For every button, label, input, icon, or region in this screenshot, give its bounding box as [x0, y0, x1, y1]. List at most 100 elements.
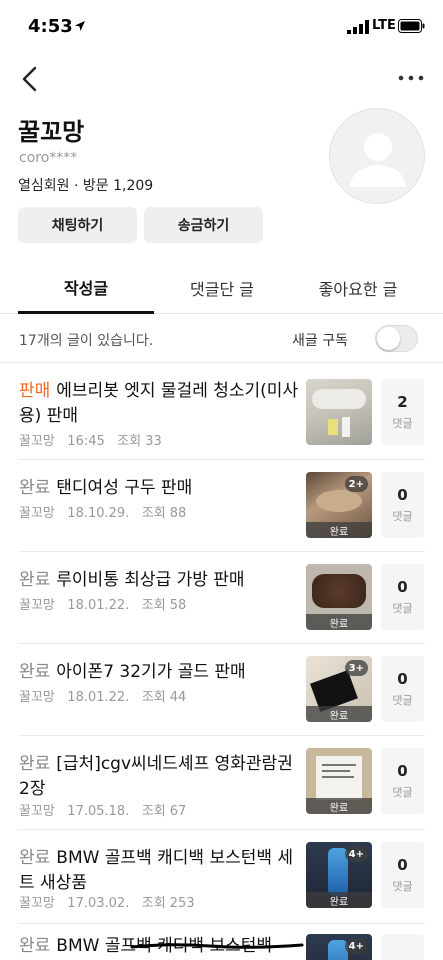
post-author: 꿀꼬망 — [19, 896, 55, 911]
post-title-wrap: 판매 에브리봇 엣지 물걸레 청소기(미사용) 판매 — [19, 379, 299, 429]
profile-user-id: coro**** — [19, 150, 78, 166]
post-date: 17.03.02. — [67, 896, 130, 911]
comment-label: 댓글 — [392, 880, 413, 893]
comment-label: 댓글 — [392, 602, 413, 615]
comment-count: 2 — [397, 393, 408, 411]
post-date: 16:45 — [67, 434, 105, 449]
send-money-button[interactable]: 송금하기 — [144, 207, 263, 243]
post-views: 조회 253 — [141, 896, 195, 911]
post-author: 꿀꼬망 — [19, 690, 55, 705]
post-title-wrap: 완료 [급처]cgv씨네드셰프 영화관람권2장 — [19, 752, 299, 802]
post-title-wrap: 완료 BMW 골프백 캐디백 보스턴백 세트 새상품 — [19, 846, 299, 896]
sold-badge: 완료 — [306, 798, 372, 814]
post-thumbnail: 4+ 완료 — [306, 842, 372, 908]
post-views: 조회 33 — [117, 434, 162, 449]
post-meta: 꿀꼬망 16:45 조회 33 — [19, 430, 162, 449]
post-title: 탠디여성 구두 판매 — [56, 478, 193, 498]
post-title-wrap: 완료 루이비통 최상급 가방 판매 — [19, 568, 299, 593]
post-meta: 꿀꼬망 17.05.18. 조회 67 — [19, 800, 186, 819]
sold-badge: 완료 — [306, 892, 372, 908]
post-thumbnail: 완료 — [306, 748, 372, 814]
post-thumbnail: 2+ 완료 — [306, 472, 372, 538]
back-arrow-icon[interactable] — [18, 64, 44, 94]
subscribe-toggle[interactable] — [375, 325, 418, 352]
post-title: 루이비통 최상급 가방 판매 — [56, 570, 245, 590]
comment-count-box: 0 — [381, 934, 424, 960]
post-status: 완료 — [19, 754, 51, 774]
comment-count-box: 0 댓글 — [381, 656, 424, 722]
chat-button[interactable]: 채팅하기 — [18, 207, 137, 243]
post-date: 18.01.22. — [67, 598, 130, 613]
post-title: [급처]cgv씨네드셰프 영화관람권2장 — [19, 754, 293, 799]
signal-icon — [347, 20, 369, 34]
redaction-scribble — [130, 943, 304, 949]
list-item[interactable]: 완료 BMW 골프백 캐디백 보스턴백 세트 새상품 꿀꼬망 17.03.02. … — [0, 830, 443, 924]
post-status: 완료 — [19, 570, 51, 590]
status-time: 4:53 — [28, 16, 73, 37]
list-item[interactable]: 완료 [급처]cgv씨네드셰프 영화관람권2장 꿀꼬망 17.05.18. 조회 … — [0, 736, 443, 830]
more-options-icon[interactable] — [396, 70, 426, 86]
sold-badge: 완료 — [306, 706, 372, 722]
image-count-badge: 2+ — [344, 476, 368, 492]
post-meta: 꿀꼬망 18.01.22. 조회 58 — [19, 594, 186, 613]
list-item[interactable]: 판매 에브리봇 엣지 물걸레 청소기(미사용) 판매 꿀꼬망 16:45 조회 3… — [0, 363, 443, 460]
battery-icon — [398, 19, 425, 33]
post-date: 18.01.22. — [67, 690, 130, 705]
post-status: 완료 — [19, 478, 51, 498]
avatar[interactable] — [329, 108, 425, 204]
post-thumbnail: 3+ 완료 — [306, 656, 372, 722]
post-title-wrap: 완료 탠디여성 구두 판매 — [19, 476, 299, 501]
comment-count-box: 2 댓글 — [381, 379, 424, 445]
comment-count-box: 0 댓글 — [381, 564, 424, 630]
post-date: 18.10.29. — [67, 506, 130, 521]
comment-label: 댓글 — [392, 510, 413, 523]
post-author: 꿀꼬망 — [19, 506, 55, 521]
comment-count: 0 — [397, 486, 408, 504]
tab-written-posts[interactable]: 작성글 — [18, 262, 154, 314]
post-status: 완료 — [19, 848, 51, 868]
post-views: 조회 44 — [141, 690, 187, 705]
image-count-badge: 4+ — [344, 846, 368, 862]
post-count: 17개의 글이 있습니다. — [19, 333, 154, 349]
tab-liked-posts[interactable]: 좋아요한 글 — [290, 262, 426, 314]
network-label: LTE — [372, 18, 396, 33]
post-status: 완료 — [19, 936, 51, 956]
location-arrow-icon — [75, 21, 85, 31]
post-thumbnail — [306, 379, 372, 445]
post-meta: 꿀꼬망 17.03.02. 조회 253 — [19, 892, 195, 911]
image-count-badge: 4+ — [344, 938, 368, 954]
comment-count: 0 — [397, 856, 408, 874]
comment-label: 댓글 — [392, 694, 413, 707]
post-title-wrap: 완료 아이폰7 32기가 골드 판매 — [19, 660, 299, 685]
post-views: 조회 88 — [141, 506, 187, 521]
comment-count-box: 0 댓글 — [381, 842, 424, 908]
comment-label: 댓글 — [392, 786, 413, 799]
post-title: 아이폰7 32기가 골드 판매 — [56, 662, 246, 682]
post-author: 꿀꼬망 — [19, 598, 55, 613]
profile-name: 꿀꼬망 — [18, 118, 85, 146]
comment-count-box: 0 댓글 — [381, 748, 424, 814]
list-item[interactable]: 완료 아이폰7 32기가 골드 판매 꿀꼬망 18.01.22. 조회 44 3+… — [0, 644, 443, 736]
post-meta: 꿀꼬망 18.10.29. 조회 88 — [19, 502, 186, 521]
list-item[interactable]: 완료 루이비통 최상급 가방 판매 꿀꼬망 18.01.22. 조회 58 완료 … — [0, 552, 443, 644]
post-views: 조회 58 — [141, 598, 187, 613]
list-item[interactable]: 완료 탠디여성 구두 판매 꿀꼬망 18.10.29. 조회 88 2+ 완료 0… — [0, 460, 443, 552]
post-date: 17.05.18. — [67, 804, 130, 819]
image-count-badge: 3+ — [344, 660, 368, 676]
post-title: BMW 골프백 캐디백 보스턴백 세트 새상품 — [19, 848, 294, 893]
post-author: 꿀꼬망 — [19, 434, 55, 449]
default-user-icon — [350, 133, 406, 187]
post-status: 완료 — [19, 662, 51, 682]
comment-count-box: 0 댓글 — [381, 472, 424, 538]
sold-badge: 완료 — [306, 614, 372, 630]
post-views: 조회 67 — [141, 804, 187, 819]
profile-meta: 열심회원 · 방문 1,209 — [18, 178, 154, 194]
post-thumbnail: 4+ — [306, 934, 372, 960]
post-meta: 꿀꼬망 18.01.22. 조회 44 — [19, 686, 186, 705]
toggle-knob — [377, 327, 400, 350]
tab-commented-posts[interactable]: 댓글단 글 — [154, 262, 290, 314]
comment-count: 0 — [397, 578, 408, 596]
post-author: 꿀꼬망 — [19, 804, 55, 819]
post-thumbnail: 완료 — [306, 564, 372, 630]
tab-bar: 작성글 댓글단 글 좋아요한 글 — [0, 262, 443, 314]
